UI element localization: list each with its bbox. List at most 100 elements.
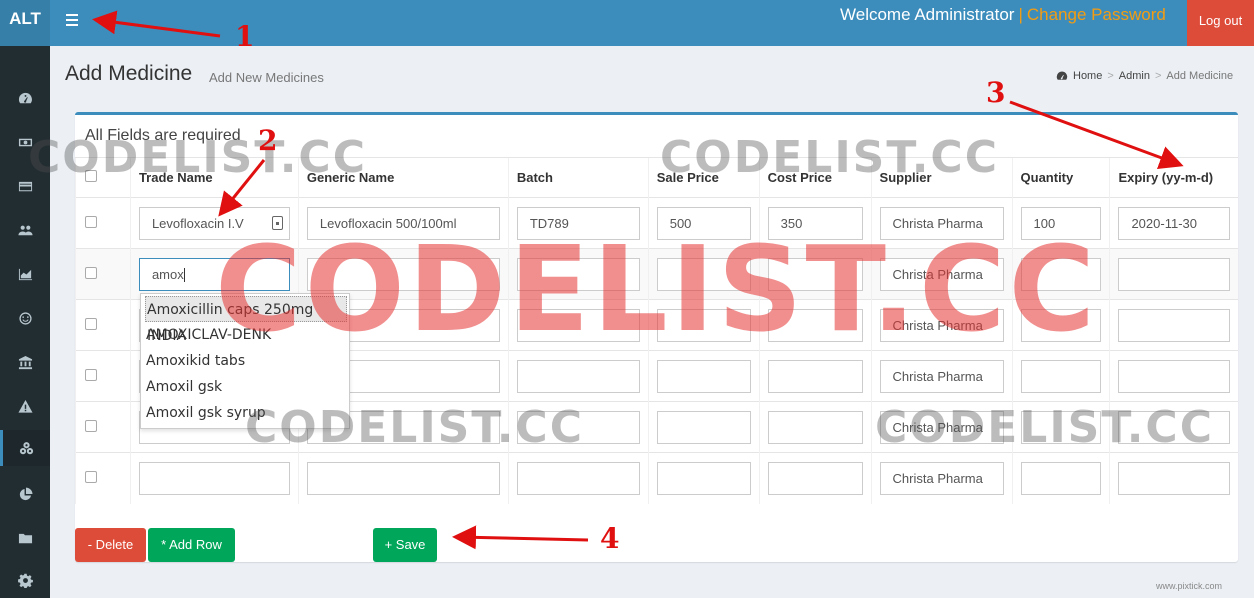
table-cell: Christa Pharma	[870, 197, 1013, 249]
field-value: 350	[780, 215, 803, 231]
column-header: Trade Name	[129, 157, 299, 198]
field-trade-name[interactable]	[138, 461, 290, 495]
credit-text: www.pixtick.com	[1156, 581, 1223, 591]
field-quantity[interactable]: 100	[1020, 206, 1102, 240]
field-batch[interactable]	[516, 308, 640, 342]
autocomplete-option[interactable]: Amoxil gsk syrup	[141, 400, 349, 426]
field-supplier[interactable]: Christa Pharma	[879, 461, 1004, 495]
field-supplier[interactable]: Christa Pharma	[879, 257, 1004, 291]
row-checkbox[interactable]	[85, 368, 97, 381]
field-batch[interactable]: TD789	[516, 206, 640, 240]
field-trade-name[interactable]: Levofloxacin I.V	[138, 206, 290, 240]
breadcrumb-separator: >	[1107, 70, 1114, 82]
field-expiry-yy-m-d[interactable]: 2020-11-30	[1118, 206, 1230, 240]
field-quantity[interactable]	[1020, 461, 1102, 495]
row-checkbox[interactable]	[85, 419, 97, 432]
field-sale-price[interactable]	[656, 257, 751, 291]
field-sale-price[interactable]	[656, 359, 751, 393]
row-checkbox[interactable]	[85, 470, 97, 483]
dashboard-icon	[1056, 71, 1068, 80]
column-header: Supplier	[870, 157, 1013, 198]
field-sale-price[interactable]	[656, 410, 751, 444]
autocomplete-option[interactable]: Amoxicillin caps 250mg INDIA	[145, 296, 347, 344]
field-quantity[interactable]	[1020, 359, 1102, 393]
table-cell: Levofloxacin 500/100ml	[297, 197, 509, 249]
row-select-cell	[75, 197, 131, 249]
row-select-cell	[75, 401, 131, 453]
sidebar-item-bank[interactable]	[0, 344, 50, 380]
field-expiry-yy-m-d[interactable]	[1118, 308, 1230, 342]
table-cell	[647, 350, 760, 402]
field-sale-price[interactable]	[656, 308, 751, 342]
field-batch[interactable]	[516, 461, 640, 495]
field-generic-name[interactable]	[306, 257, 500, 291]
autofill-icon[interactable]	[271, 215, 283, 230]
field-supplier[interactable]: Christa Pharma	[879, 410, 1004, 444]
sidebar-item-dashboard[interactable]	[0, 80, 50, 116]
field-supplier[interactable]: Christa Pharma	[879, 206, 1004, 240]
field-sale-price[interactable]: 500	[656, 206, 751, 240]
add-row-button[interactable]: * Add Row	[148, 528, 235, 562]
row-checkbox[interactable]	[85, 317, 97, 330]
table-cell	[507, 452, 649, 504]
field-quantity[interactable]	[1020, 257, 1102, 291]
field-cost-price[interactable]	[767, 410, 863, 444]
field-batch[interactable]	[516, 257, 640, 291]
autocomplete-option[interactable]: Amoxil gsk	[141, 374, 349, 400]
field-value: 2020-11-30	[1131, 215, 1197, 231]
change-password-link[interactable]: Change Password	[1027, 5, 1166, 24]
logout-button[interactable]: Log out	[1187, 0, 1254, 46]
breadcrumb-admin[interactable]: Admin	[1119, 70, 1150, 82]
field-cost-price[interactable]	[767, 461, 863, 495]
sidebar-item-alerts[interactable]	[0, 388, 50, 424]
sidebar-item-reports[interactable]	[0, 256, 50, 292]
sidebar-item-settings[interactable]	[0, 562, 50, 598]
field-cost-price[interactable]	[767, 359, 863, 393]
folder-icon	[18, 533, 32, 543]
field-expiry-yy-m-d[interactable]	[1118, 257, 1230, 291]
field-expiry-yy-m-d[interactable]	[1118, 410, 1230, 444]
row-checkbox[interactable]	[85, 215, 97, 228]
field-sale-price[interactable]	[656, 461, 751, 495]
breadcrumb-home[interactable]: Home	[1073, 70, 1102, 82]
menu-toggle-icon[interactable]	[58, 6, 86, 34]
table-cell	[1011, 452, 1110, 504]
field-batch[interactable]	[516, 359, 640, 393]
field-batch[interactable]	[516, 410, 640, 444]
sidebar-item-payments[interactable]	[0, 168, 50, 204]
sidebar-item-money[interactable]	[0, 124, 50, 160]
field-generic-name[interactable]	[306, 461, 500, 495]
select-all-checkbox[interactable]	[85, 170, 97, 182]
table-cell: Christa Pharma	[870, 452, 1013, 504]
field-cost-price[interactable]: 350	[767, 206, 863, 240]
top-navbar: ALT Welcome Administrator | Change Passwor…	[0, 0, 1254, 46]
field-cost-price[interactable]	[767, 257, 863, 291]
row-select-cell	[75, 452, 131, 504]
app-logo[interactable]: ALT	[0, 0, 50, 46]
field-quantity[interactable]	[1020, 410, 1102, 444]
field-supplier[interactable]: Christa Pharma	[879, 308, 1004, 342]
field-expiry-yy-m-d[interactable]	[1118, 461, 1230, 495]
table-cell: 350	[758, 197, 872, 249]
area-chart-icon	[18, 268, 32, 280]
sidebar-item-customers[interactable]	[0, 300, 50, 336]
field-supplier[interactable]: Christa Pharma	[879, 359, 1004, 393]
sidebar-item-files[interactable]	[0, 520, 50, 556]
table-cell: Christa Pharma	[870, 401, 1013, 453]
field-trade-name[interactable]: amox	[138, 257, 290, 291]
autocomplete-option[interactable]: AMOXICLAV-DENK	[141, 322, 349, 348]
delete-button[interactable]: - Delete	[75, 528, 146, 562]
sidebar-item-statistics[interactable]	[0, 476, 50, 512]
field-generic-name[interactable]: Levofloxacin 500/100ml	[306, 206, 500, 240]
sidebar-item-medicine[interactable]	[0, 430, 50, 466]
sidebar-item-users[interactable]	[0, 212, 50, 248]
row-select-cell	[75, 248, 131, 300]
money-icon	[18, 138, 32, 146]
autocomplete-option[interactable]: Amoxikid tabs	[141, 348, 349, 374]
save-button[interactable]: + Save	[373, 528, 437, 562]
row-checkbox[interactable]	[85, 266, 97, 279]
table-cell	[129, 452, 299, 504]
field-cost-price[interactable]	[767, 308, 863, 342]
field-expiry-yy-m-d[interactable]	[1118, 359, 1230, 393]
field-quantity[interactable]	[1020, 308, 1102, 342]
